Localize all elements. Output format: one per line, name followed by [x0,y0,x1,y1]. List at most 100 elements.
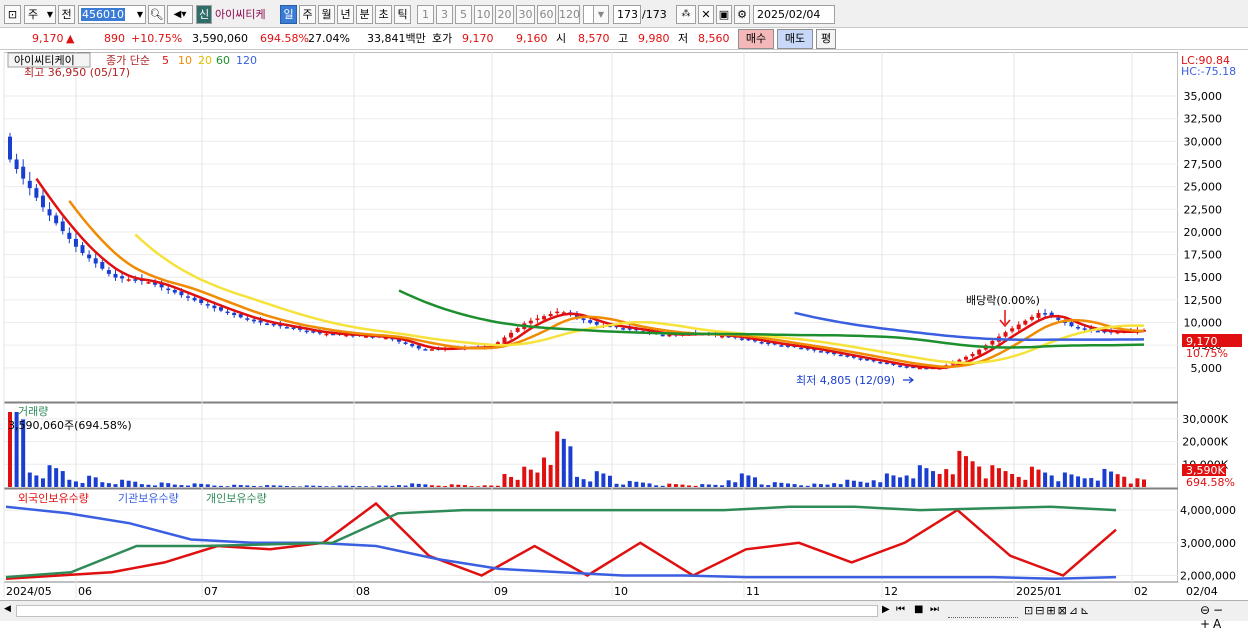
volume-bar [271,485,276,487]
candle-body [667,334,672,337]
period-dropdown[interactable]: 주 ▼ [24,5,56,24]
volume-percent: 694.58% [260,32,309,45]
volume-bar [284,485,289,487]
volume-bar [535,472,540,487]
search-icon[interactable]: 🔍︎ [148,5,165,24]
play-icon[interactable]: ▶ [882,604,890,615]
interval-30[interactable]: 30 [516,5,535,24]
volume-bar [304,485,309,487]
volume-bar [851,480,856,487]
interval-1[interactable]: 1 [417,5,434,24]
volume-bar [377,485,382,487]
tab-week[interactable]: 주 [299,5,316,24]
tab-year[interactable]: 년 [337,5,354,24]
volume-bar [884,473,889,487]
interval-10[interactable]: 10 [474,5,493,24]
interval-120[interactable]: 120 [558,5,580,24]
volume-bar [739,473,744,487]
stop-icon[interactable]: ■ [914,604,923,615]
zoom-icons[interactable]: ⊖−+A [1200,603,1248,631]
date-label-8: 2025/01 [1016,585,1062,598]
date-input[interactable]: 2025/02/04 [753,5,835,24]
volume-bar [581,479,586,487]
volume-bar [904,475,909,487]
candle-body [1010,328,1015,332]
volume-bar [258,486,263,487]
tab-tick[interactable]: 틱 [394,5,411,24]
ask-price: 9,170 [462,32,494,45]
eval-button[interactable]: 평 [816,29,836,49]
volume-bar [687,485,692,487]
tool-icons[interactable]: ⊡⊟⊞⊠⊿⊾ [1024,604,1091,617]
volume-bar [509,476,514,487]
open-price: 8,570 [578,32,610,45]
volume-bar [364,486,369,487]
candle-body [621,328,626,330]
volume-bar [726,480,731,487]
volume-bar [54,468,59,487]
volume-bar [40,478,45,487]
volume-bar [1069,474,1074,487]
forward-icon[interactable]: ⏭ [930,604,939,615]
legend-institution: 기관보유수량 [118,492,179,505]
candle-body [179,291,184,296]
candle-body [581,318,586,321]
interval-20[interactable]: 20 [495,5,514,24]
code-input[interactable]: 456010 ▼ [78,5,146,24]
tab-minute[interactable]: 분 [356,5,373,24]
interval-5[interactable]: 5 [455,5,472,24]
scrollbar[interactable] [16,605,878,617]
prev-button[interactable]: 전 [58,5,75,24]
candle-body [27,180,32,189]
volume-bar [561,438,566,487]
window-icon[interactable]: ⊡ [4,5,21,24]
gear-icon[interactable]: ⚙ [734,5,750,24]
candle-body [284,327,289,329]
high-note: 최고 36,950 (05/17) [24,66,130,79]
volume-bar [166,483,171,487]
tab-month[interactable]: 월 [318,5,335,24]
volume-bar [647,483,652,487]
volume-bar [627,480,632,487]
price-tick-3: 27,500 [1184,158,1223,171]
volume-bar [825,484,830,487]
save-icon[interactable]: ▣ [716,5,732,24]
volume-bar [251,485,256,487]
price-tick-6: 20,000 [1184,226,1223,239]
price-tick-4: 25,000 [1184,181,1223,194]
ask-label: 호가 [432,32,453,45]
volume-bar [179,485,184,487]
cross-icon[interactable]: ✕ [698,5,714,24]
candle-body [304,330,309,333]
date-label-5: 10 [614,585,628,598]
volume-bar [1122,476,1127,487]
speaker-icon[interactable]: ◀▾ [167,5,193,24]
rewind-icon[interactable]: ⏮ [896,604,905,615]
candle-body [515,328,520,332]
tab-second[interactable]: 초 [375,5,392,24]
legend-foreign: 외국인보유수량 [18,492,89,505]
interval-3[interactable]: 3 [436,5,453,24]
grid-icon[interactable]: ⁂ [676,5,696,24]
count-input[interactable]: 173 [613,5,641,24]
scroll-left-icon[interactable]: ◀ [4,604,16,618]
candle-body [502,337,507,343]
volume-bar [429,485,434,487]
volume-tag-pct: 694.58% [1186,476,1235,489]
chevron-down-icon[interactable]: ▼ [593,5,609,24]
zoom-slider[interactable] [948,604,1018,618]
volume-bar [73,481,78,487]
volume-bar [528,469,533,487]
volume-bar [396,485,401,487]
chart-area[interactable]: 35,000 32,500 30,000 27,500 25,000 22,500 20,0… [0,52,1248,600]
buy-button[interactable]: 매수 [738,29,774,49]
volume-bar [931,471,936,487]
sell-button[interactable]: 매도 [777,29,813,49]
candle-body [73,238,78,247]
interval-60[interactable]: 60 [537,5,556,24]
volume-bar [350,485,355,487]
date-label-2: 07 [204,585,218,598]
tab-day[interactable]: 일 [280,5,297,24]
candle-body [205,304,210,306]
open-label: 시 [556,32,567,45]
